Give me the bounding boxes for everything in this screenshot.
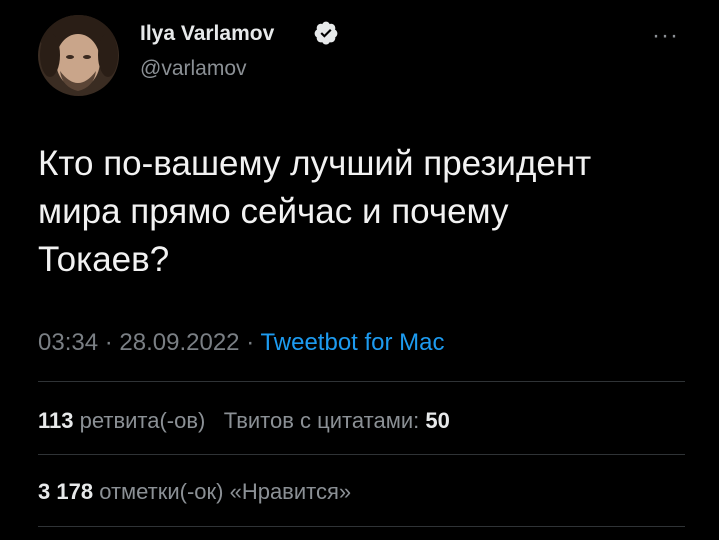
retweets-label: ретвита(-ов) [79, 408, 206, 433]
likes-label: отметки(-ок) «Нравится» [99, 479, 352, 504]
more-icon[interactable]: ··· [652, 22, 679, 50]
tweet-text: Кто по-вашему лучший президент мира прям… [38, 140, 678, 284]
meta-separator: · [246, 329, 255, 356]
divider [38, 454, 685, 455]
tweet-meta: 03:34 · 28.09.2022 · Tweetbot for Mac [38, 329, 445, 357]
avatar[interactable] [38, 15, 119, 96]
retweets-count: 113 [38, 408, 74, 433]
likes-count: 3 178 [38, 479, 94, 504]
avatar-image [38, 15, 119, 96]
verified-badge-icon [314, 21, 338, 45]
divider [38, 381, 685, 382]
quotes-count: 50 [425, 408, 450, 433]
retweets-stat[interactable]: 113 ретвита(-ов) Твитов с цитатами: 50 [38, 408, 450, 434]
tweet-text-line: Токаев? [38, 240, 170, 279]
tweet-time[interactable]: 03:34 [38, 329, 98, 356]
tweet-text-line: Кто по-вашему лучший президент [38, 144, 592, 183]
quotes-label: Твитов с цитатами: [223, 408, 420, 433]
divider [38, 526, 685, 527]
tweet-source-link[interactable]: Tweetbot for Mac [260, 329, 444, 356]
author-name[interactable]: Ilya Varlamov [140, 22, 274, 46]
tweet-text-line: мира прямо сейчас и почему [38, 192, 509, 231]
tweet-date[interactable]: 28.09.2022 [119, 329, 239, 356]
meta-separator: · [104, 329, 113, 356]
likes-stat[interactable]: 3 178 отметки(-ок) «Нравится» [38, 479, 351, 505]
author-handle[interactable]: @varlamov [140, 57, 247, 81]
